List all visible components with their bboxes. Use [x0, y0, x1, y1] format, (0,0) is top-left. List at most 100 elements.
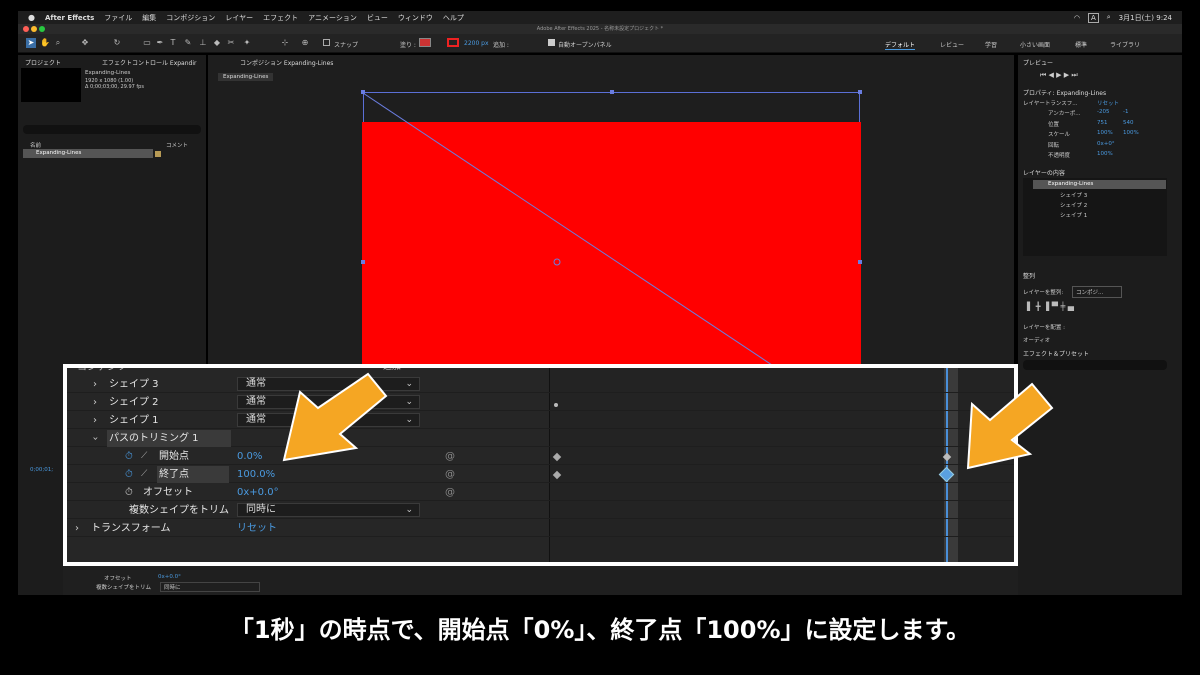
stopwatch-icon[interactable]: ⏱	[125, 466, 133, 483]
chevron-down-icon[interactable]: ›	[87, 437, 104, 441]
snap-checkbox[interactable]	[323, 39, 330, 46]
multi-shapes-dropdown[interactable]: 同時に ⌄	[237, 503, 420, 517]
bg-multi-dropdown[interactable]: 同時に	[160, 582, 260, 592]
tab-project[interactable]: プロジェクト	[25, 58, 61, 67]
pen-tool-icon[interactable]: ✒	[155, 38, 165, 48]
prop-scale-x[interactable]: 100%	[1097, 130, 1113, 136]
contents-item[interactable]: シェイプ 3	[1060, 191, 1087, 199]
workspace-learn[interactable]: 学習	[985, 40, 997, 49]
clock[interactable]: 3月1日(土) 9:24	[1119, 13, 1172, 23]
brush-tool-icon[interactable]: ✎	[183, 38, 193, 48]
timeline-row-trim[interactable]: › パスのトリミング 1	[67, 430, 1014, 447]
zoom-window-button[interactable]	[39, 26, 45, 32]
bg-offset-value[interactable]: 0x+0.0°	[158, 574, 181, 580]
transform-handle[interactable]	[361, 90, 365, 94]
stamp-tool-icon[interactable]: ⊥	[198, 38, 208, 48]
effects-search-input[interactable]	[1023, 360, 1167, 370]
rectangle-tool-icon[interactable]: ▭	[142, 38, 152, 48]
transform-handle[interactable]	[610, 90, 614, 94]
menu-view[interactable]: ビュー	[367, 13, 388, 23]
chevron-right-icon[interactable]: ›	[75, 520, 79, 537]
timeline-row-end[interactable]: ⏱ ⟋ 終了点 100.0% @	[67, 466, 1014, 483]
column-comment[interactable]: コメント	[166, 141, 188, 149]
offset-value[interactable]: 0x+0.0°	[237, 484, 279, 501]
menu-animation[interactable]: アニメーション	[308, 13, 357, 23]
transform-reset-link[interactable]: リセット	[237, 520, 277, 537]
contents-item[interactable]: シェイプ 1	[1060, 211, 1087, 219]
roto-tool-icon[interactable]: ✂	[226, 38, 236, 48]
timeline-row-shape2[interactable]: › シェイプ 2 通常 ⌄	[67, 394, 1014, 411]
expression-pickwhip-icon[interactable]: @	[445, 484, 455, 501]
wifi-icon[interactable]: ◠	[1074, 14, 1080, 22]
selection-tool-icon[interactable]: ➤	[26, 38, 36, 48]
graph-icon[interactable]: ⟋	[141, 466, 147, 483]
transform-reset-link[interactable]: リセット	[1097, 99, 1119, 107]
stopwatch-icon[interactable]: ⏱	[125, 448, 133, 465]
axis-tool-icon[interactable]: ⊹	[280, 38, 290, 48]
timeline-timecode[interactable]: 0;00;01;	[30, 467, 53, 473]
minimize-window-button[interactable]	[31, 26, 37, 32]
graph-icon[interactable]: ⟋	[141, 448, 147, 465]
workspace-default[interactable]: デフォルト	[885, 40, 916, 50]
prop-position-y[interactable]: 540	[1123, 120, 1134, 126]
prop-anchor-x[interactable]: -205	[1097, 109, 1109, 115]
stroke-swatch[interactable]	[447, 38, 459, 47]
close-window-button[interactable]	[23, 26, 29, 32]
prop-position-x[interactable]: 751	[1097, 120, 1108, 126]
timeline-row-multi[interactable]: 複数シェイプをトリム 同時に ⌄	[67, 502, 1014, 519]
prop-opacity-value[interactable]: 100%	[1097, 151, 1113, 157]
menu-composition[interactable]: コンポジション	[166, 13, 215, 23]
transform-handle[interactable]	[361, 260, 365, 264]
tab-composition[interactable]: コンポジション Expanding-Lines	[240, 58, 333, 67]
timeline-row-start[interactable]: ⏱ ⟋ 開始点 0.0% @	[67, 448, 1014, 465]
preview-controls[interactable]: ⏮ ◀ ▶ ▶ ⏭	[1040, 71, 1078, 80]
app-name[interactable]: After Effects	[45, 14, 94, 22]
chevron-right-icon[interactable]: ›	[93, 412, 97, 429]
prop-scale-y[interactable]: 100%	[1123, 130, 1139, 136]
timeline-row-transform[interactable]: › トランスフォーム リセット	[67, 520, 1014, 537]
hand-tool-icon[interactable]: ✋	[40, 38, 50, 48]
transform-handle[interactable]	[858, 260, 862, 264]
chevron-right-icon[interactable]: ›	[93, 376, 97, 393]
menu-edit[interactable]: 編集	[142, 13, 156, 23]
puppet-tool-icon[interactable]: ✦	[242, 38, 252, 48]
expression-pickwhip-icon[interactable]: @	[445, 466, 455, 483]
prop-anchor-y[interactable]: -1	[1123, 109, 1128, 115]
stopwatch-icon[interactable]: ⏱	[125, 484, 133, 501]
auto-open-checkbox[interactable]	[548, 39, 555, 46]
flow-tab[interactable]: Expanding-Lines	[218, 73, 274, 81]
tab-effect-controls[interactable]: エフェクトコントロール Expandir	[102, 58, 196, 67]
align-to-dropdown[interactable]: コンポジ...	[1072, 286, 1122, 298]
zoom-tool-icon[interactable]: ⌕	[53, 38, 63, 48]
apple-icon[interactable]: ●	[28, 13, 35, 22]
column-name[interactable]: 名前	[30, 141, 41, 149]
menu-help[interactable]: ヘルプ	[443, 13, 464, 23]
stroke-width[interactable]: 2200 px	[464, 40, 489, 47]
timeline-row-shape3[interactable]: › シェイプ 3 通常 ⌄	[67, 376, 1014, 393]
orbit-tool-icon[interactable]: ✥	[80, 38, 90, 48]
chevron-right-icon[interactable]: ›	[93, 394, 97, 411]
workspace-small[interactable]: 小さい画面	[1020, 40, 1050, 49]
expression-pickwhip-icon[interactable]: @	[445, 448, 455, 465]
rotate-tool-icon[interactable]: ↻	[112, 38, 122, 48]
timeline-row-offset[interactable]: ⏱ オフセット 0x+0.0° @	[67, 484, 1014, 501]
workspace-libraries[interactable]: ライブラリ	[1110, 40, 1140, 49]
fill-swatch[interactable]	[419, 38, 431, 47]
start-value[interactable]: 0.0%	[237, 448, 262, 465]
workspace-standard[interactable]: 標準	[1075, 40, 1087, 49]
label-color-swatch[interactable]	[155, 151, 161, 157]
input-badge[interactable]: A	[1087, 12, 1099, 23]
timeline-row-shape1[interactable]: › シェイプ 1 通常 ⌄	[67, 412, 1014, 429]
end-value[interactable]: 100.0%	[237, 466, 275, 483]
project-search-input[interactable]	[23, 125, 201, 134]
world-axis-icon[interactable]: ⊕	[300, 38, 310, 48]
marker-dot[interactable]	[554, 403, 558, 407]
search-icon[interactable]: ⌕	[1107, 13, 1111, 22]
menu-file[interactable]: ファイル	[104, 13, 132, 23]
prop-rotation-value[interactable]: 0x+0°	[1097, 141, 1115, 147]
menu-effect[interactable]: エフェクト	[263, 13, 298, 23]
align-buttons[interactable]: ▌ ╋ ▐ ▀ ╪ ▄	[1027, 302, 1074, 311]
trim-paths-label[interactable]: パスのトリミング 1	[107, 430, 231, 447]
workspace-review[interactable]: レビュー	[940, 40, 964, 49]
transform-handle[interactable]	[858, 90, 862, 94]
